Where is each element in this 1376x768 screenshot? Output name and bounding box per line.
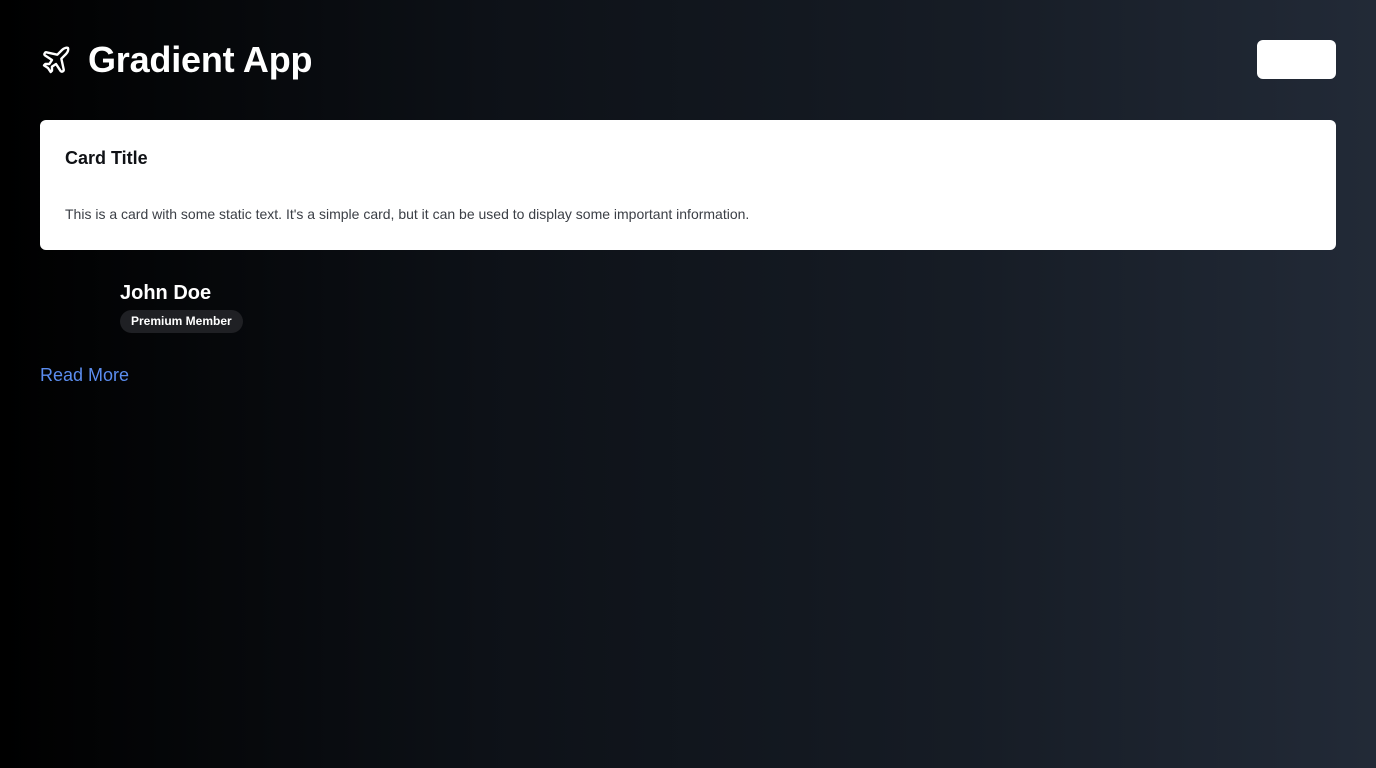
card-text: This is a card with some static text. It… <box>65 206 750 222</box>
airplane-icon <box>40 44 72 76</box>
membership-badge: Premium Member <box>120 310 243 333</box>
app-title: Gradient App <box>88 39 313 80</box>
info-card: Card Title This is a card with some stat… <box>40 120 1336 250</box>
avatar <box>40 276 104 336</box>
header-action-button[interactable] <box>1257 40 1336 79</box>
read-more-link[interactable]: Read More <box>40 365 129 386</box>
profile-name: John Doe <box>120 282 212 304</box>
card-title: Card Title <box>65 148 148 168</box>
app-header: Gradient App <box>40 36 312 84</box>
